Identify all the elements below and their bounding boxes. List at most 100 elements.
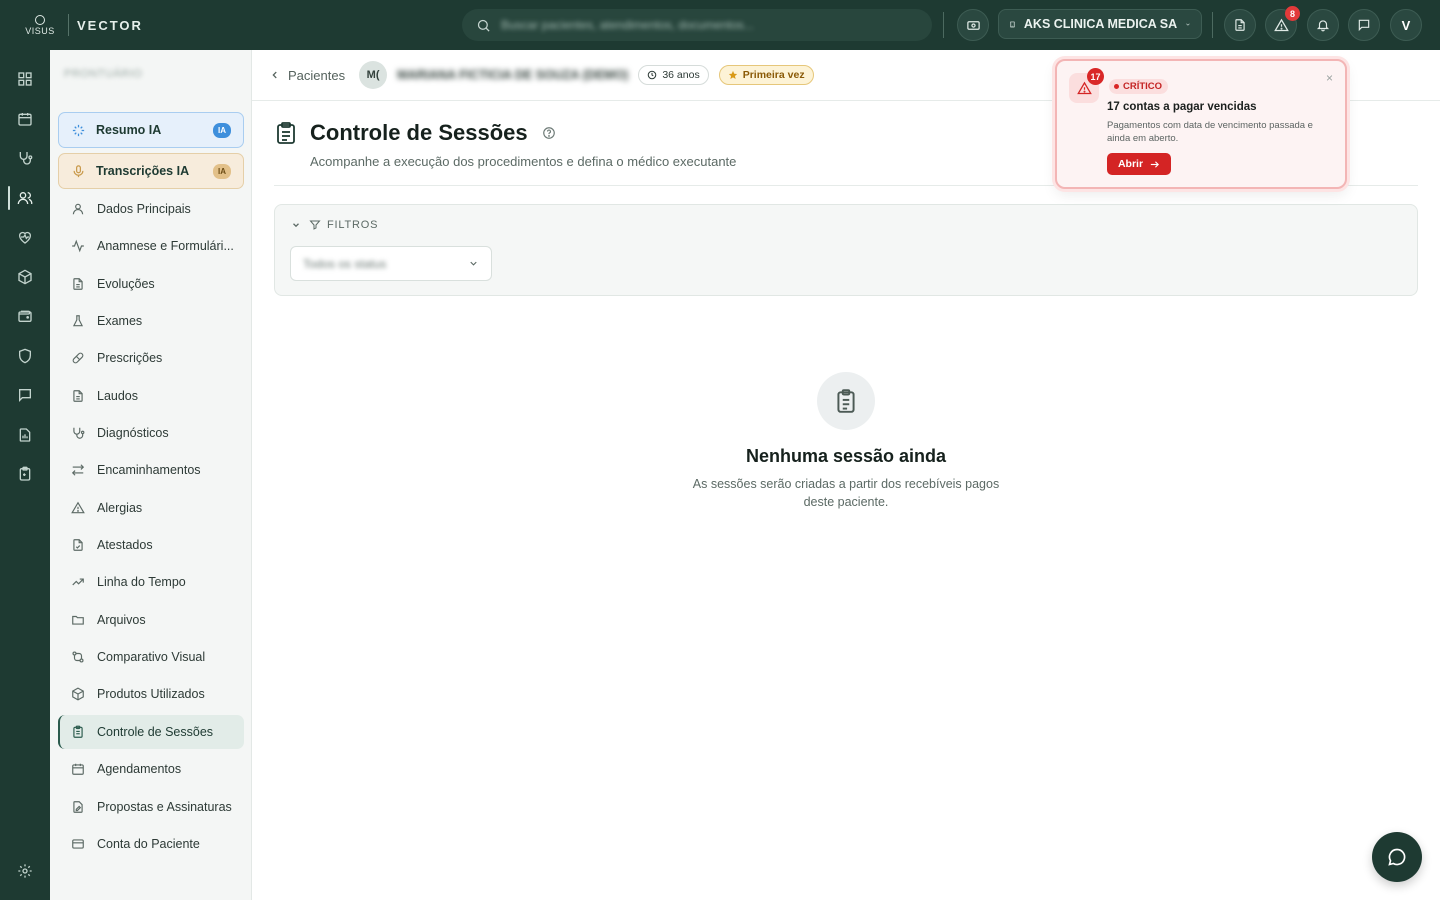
filters-label: FILTROS (327, 219, 379, 231)
sidebar-item-label: Laudos (97, 389, 139, 403)
help-icon[interactable] (542, 126, 556, 140)
chat-icon[interactable] (0, 377, 50, 413)
breadcrumb-label: Pacientes (288, 67, 346, 83)
building-icon (1010, 21, 1015, 27)
cash-register-button[interactable] (957, 9, 989, 41)
sidebar-item-transcricoes-ia[interactable]: Transcrições IA IA (58, 153, 244, 189)
warning-icon (70, 500, 86, 516)
clipboard-icon (70, 724, 86, 740)
chevron-down-icon (293, 223, 299, 228)
document-icon (1235, 19, 1245, 31)
notifications-button[interactable] (1307, 9, 1339, 41)
compare-icon (70, 649, 86, 665)
patient-sidebar: PRONTUÁRIO Resumo IA IA Transcrições IA … (50, 50, 252, 900)
sidebar-item-dados-principais[interactable]: Dados Principais (58, 192, 244, 226)
clock-icon (647, 70, 657, 80)
app-name: VECTOR (77, 17, 143, 33)
folder-icon (70, 612, 86, 628)
back-to-patients-link[interactable]: Pacientes (270, 68, 345, 83)
sidebar-item-controle-de-sessoes[interactable]: Controle de Sessões (58, 715, 244, 749)
sidebar-item-resumo-ia[interactable]: Resumo IA IA (58, 112, 244, 148)
sidebar-item-arquivos[interactable]: Arquivos (58, 603, 244, 637)
shield-icon[interactable] (0, 338, 50, 374)
global-search[interactable] (462, 9, 932, 41)
sidebar-item-evolucoes[interactable]: Evoluções (58, 267, 244, 301)
sidebar-item-produtos-utilizados[interactable]: Produtos Utilizados (58, 677, 244, 711)
heart-pulse-icon[interactable] (0, 219, 50, 255)
sidebar-item-label: Atestados (97, 538, 153, 552)
users-icon[interactable] (0, 180, 50, 216)
sidebar-item-propostas-e-assinaturas[interactable]: Propostas e Assinaturas (58, 790, 244, 824)
patient-name: MARIANA FICTICIA DE SOUZA (DEMO) (397, 68, 629, 82)
documents-button[interactable] (1224, 9, 1256, 41)
visus-logo: VISUS (24, 14, 56, 36)
cash-icon (966, 20, 980, 30)
empty-state-title: Nenhuma sessão ainda (745, 446, 947, 466)
close-icon[interactable]: × (1326, 71, 1333, 85)
sidebar-title: PRONTUÁRIO (64, 68, 143, 80)
sidebar-item-atestados[interactable]: Atestados (58, 528, 244, 562)
flask-icon (70, 313, 86, 329)
stethoscope-icon (70, 425, 86, 441)
brand[interactable]: VISUS VECTOR (0, 0, 250, 50)
sidebar-item-label: Arquivos (97, 613, 146, 627)
chat-bubble-icon (1388, 848, 1406, 866)
chevron-down-icon (470, 261, 477, 266)
filters-toggle[interactable]: FILTROS (291, 219, 378, 231)
report-icon[interactable] (0, 417, 50, 453)
sidebar-item-prescricoes[interactable]: Prescrições (58, 341, 244, 375)
sidebar-item-laudos[interactable]: Laudos (58, 379, 244, 413)
sidebar-item-label: Dados Principais (97, 202, 191, 216)
sidebar-item-label: Agendamentos (97, 762, 182, 776)
arrows-icon (70, 462, 86, 478)
sidebar-item-anamnese[interactable]: Anamnese e Formulári... (58, 229, 244, 263)
sidebar-item-label: Evoluções (97, 277, 155, 291)
arrow-right-icon (1149, 159, 1160, 170)
sidebar-item-linha-do-tempo[interactable]: Linha do Tempo (58, 565, 244, 599)
sidebar-item-encaminhamentos[interactable]: Encaminhamentos (58, 453, 244, 487)
settings-icon[interactable] (0, 853, 50, 889)
clipboard-icon[interactable] (0, 456, 50, 492)
sidebar-item-alergias[interactable]: Alergias (58, 491, 244, 525)
sidebar-item-agendamentos[interactable]: Agendamentos (58, 752, 244, 786)
alerts-button[interactable]: 8 (1265, 6, 1300, 41)
user-avatar[interactable]: V (1390, 9, 1422, 41)
dashboard-icon[interactable] (0, 61, 50, 97)
card-icon (70, 836, 86, 852)
box-icon[interactable] (0, 259, 50, 295)
icon-rail (0, 50, 50, 900)
topbar-divider (1212, 12, 1213, 38)
clipboard-icon (277, 122, 295, 144)
filter-icon (309, 220, 321, 230)
sidebar-item-exames[interactable]: Exames (58, 304, 244, 338)
calendar-icon[interactable] (0, 101, 50, 137)
clinic-selector[interactable]: AKS CLINICA MEDICA SA (998, 9, 1202, 39)
support-chat-button[interactable] (1372, 832, 1422, 882)
sidebar-item-label: Transcrições IA (96, 164, 190, 178)
empty-state: Nenhuma sessão ainda As sessões serão cr… (646, 372, 1046, 511)
sidebar-item-label: Linha do Tempo (97, 575, 186, 589)
age-chip: 36 anos (638, 65, 709, 85)
messages-button[interactable] (1348, 9, 1380, 41)
open-alert-label: Abrir (1117, 158, 1144, 170)
alerts-badge: 8 (1285, 6, 1300, 21)
sidebar-item-label: Controle de Sessões (97, 725, 214, 739)
alert-level-label: CRÍTICO (1123, 81, 1163, 92)
sidebar-item-diagnosticos[interactable]: Diagnósticos (58, 416, 244, 450)
search-input[interactable] (501, 18, 901, 32)
alert-level-badge: CRÍTICO (1109, 79, 1169, 94)
sidebar-item-label: Anamnese e Formulári... (97, 239, 234, 253)
status-filter-select[interactable]: Todos os status (290, 246, 492, 281)
chat-icon (1358, 19, 1370, 32)
sidebar-item-conta-do-paciente[interactable]: Conta do Paciente (58, 827, 244, 861)
sidebar-item-label: Prescrições (97, 351, 163, 365)
open-alert-button[interactable]: Abrir (1107, 153, 1171, 175)
sparkles-icon (72, 124, 85, 136)
wallet-icon[interactable] (0, 298, 50, 334)
age-chip-label: 36 anos (662, 69, 700, 81)
search-icon (477, 19, 490, 32)
sidebar-item-comparativo-visual[interactable]: Comparativo Visual (58, 640, 244, 674)
stethoscope-icon[interactable] (0, 140, 50, 176)
chevron-left-icon (272, 71, 277, 79)
star-icon (728, 70, 738, 80)
